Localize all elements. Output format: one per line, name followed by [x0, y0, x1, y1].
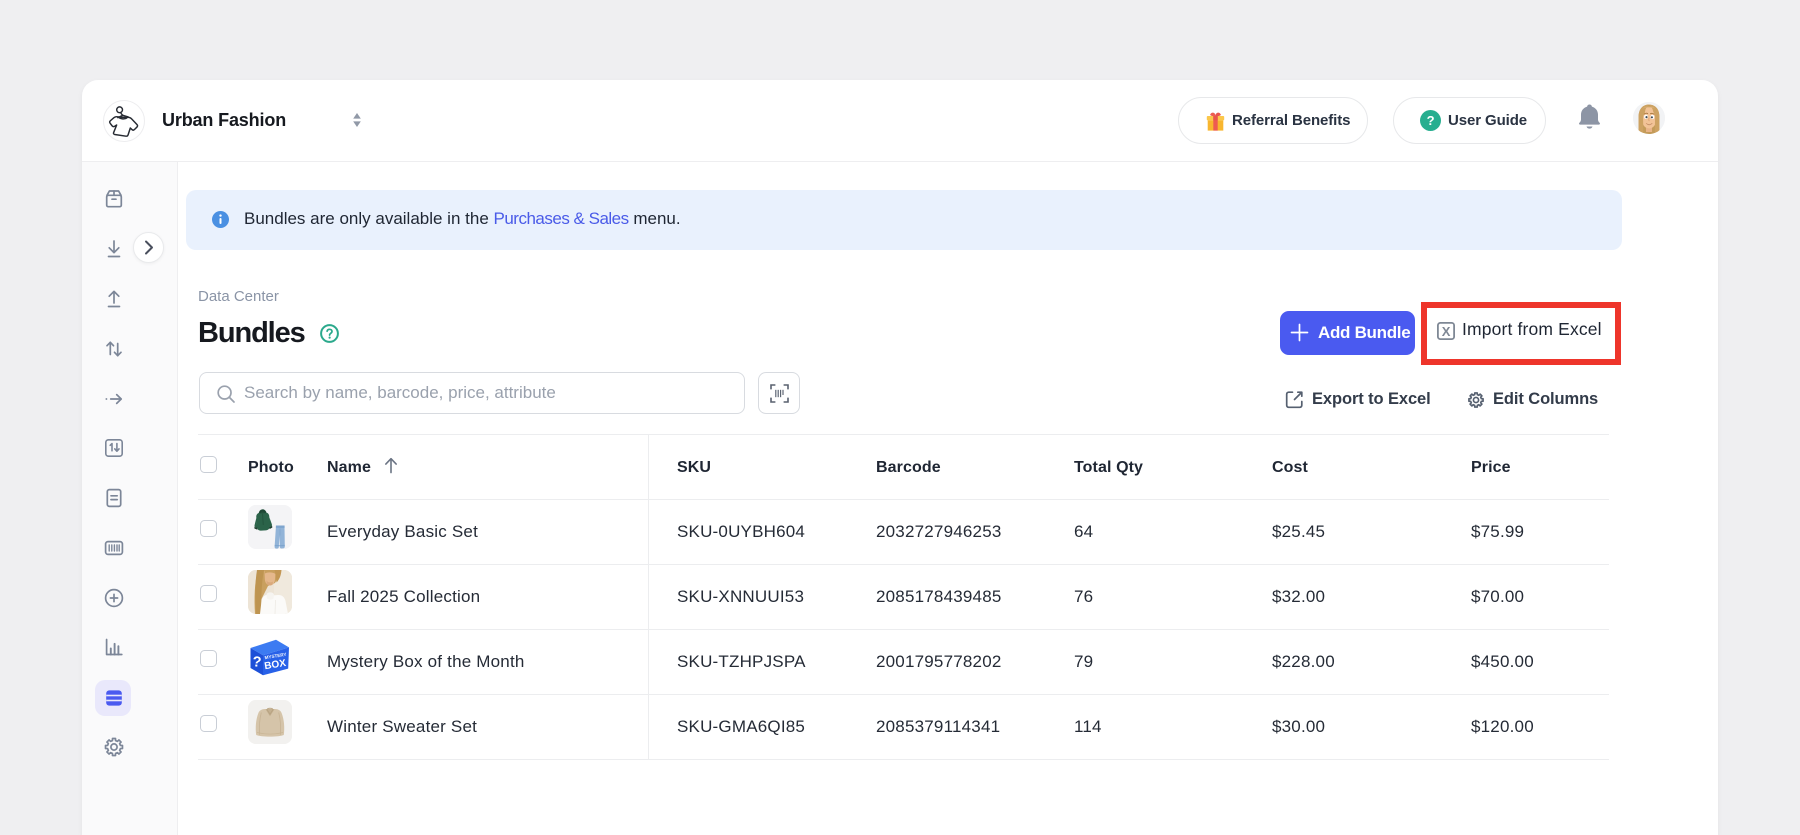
svg-text:X: X: [1442, 323, 1451, 338]
svg-text:?: ?: [1427, 113, 1435, 128]
svg-text:?: ?: [252, 654, 262, 671]
